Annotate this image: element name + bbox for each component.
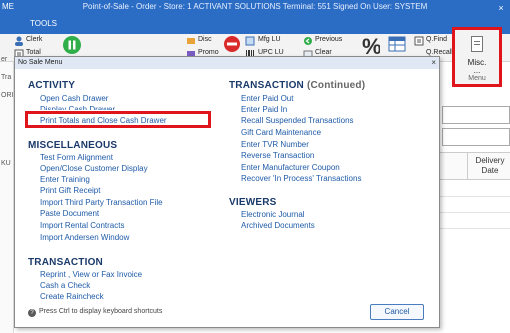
order-grid-header: Delivery Date [440,152,510,180]
keyboard-shortcut-hint: ? Press Ctrl to display keyboard shortcut… [28,308,162,317]
misc-document-icon [471,36,483,52]
recall-suspended-link[interactable]: Recall Suspended Transactions [241,116,354,125]
enter-manufacturer-coupon-link[interactable]: Enter Manufacturer Coupon [241,163,340,172]
grid-divider [467,153,468,180]
table-icon[interactable] [388,36,406,52]
background-field[interactable] [442,128,510,146]
misc-menu-button[interactable]: Misc. ... Menu [452,27,502,87]
create-raincheck-link[interactable]: Create Raincheck [40,292,104,301]
info-icon: ? [28,309,36,317]
viewers-heading: VIEWERS [229,197,277,208]
void-icon[interactable] [223,35,241,53]
transaction-heading: TRANSACTION [28,257,103,268]
discount-icon [187,38,195,44]
mfg-lookup-icon [245,36,255,46]
upc-lu-button[interactable]: UPC LU [258,49,284,56]
cash-a-check-link[interactable]: Cash a Check [40,281,90,290]
ribbon-tabs: TOOLS [0,16,510,34]
grid-row-line [440,228,510,229]
title-bar: ME Point-of-Sale - Order - Store: 1 ACTI… [0,0,510,16]
transaction-continued-heading: TRANSACTION (Continued) [229,80,365,91]
clerk-button[interactable]: Clerk [26,36,42,43]
svg-text:%: % [362,34,380,58]
cancel-button[interactable]: Cancel [370,304,424,320]
electronic-journal-link[interactable]: Electronic Journal [241,210,305,219]
total-button[interactable]: Total [26,49,41,56]
dialog-title: No Sale Menu [15,57,439,69]
archived-documents-link[interactable]: Archived Documents [241,221,315,230]
previous-icon [304,37,312,45]
promo-button[interactable]: Promo [198,49,219,56]
paste-document-link[interactable]: Paste Document [40,209,99,218]
test-form-alignment-link[interactable]: Test Form Alignment [40,153,113,162]
activity-heading: ACTIVITY [28,80,76,91]
delivery-date-header: Delivery Date [475,156,505,175]
transaction-continued-title: TRANSACTION [229,80,304,91]
window-close-button[interactable]: × [492,0,510,16]
mfg-lu-button[interactable]: Mfg LU [258,36,281,43]
left-panel-label: er [1,56,8,63]
gift-card-maintenance-link[interactable]: Gift Card Maintenance [241,128,321,137]
percent-icon[interactable]: % [360,34,380,58]
left-panel: er Tra ORI KU [0,56,14,333]
import-andersen-window-link[interactable]: Import Andersen Window [40,233,129,242]
menu-group-label: Menu [468,75,486,82]
grid-row-line [440,196,510,197]
previous-button[interactable]: Previous [315,36,342,43]
grid-row-line [440,212,510,213]
import-rental-contracts-link[interactable]: Import Rental Contracts [40,221,124,230]
disc-button[interactable]: Disc [198,36,212,43]
clerk-icon [15,36,23,46]
customer-display-link[interactable]: Open/Close Customer Display [40,164,148,173]
window-title: Point-of-Sale - Order - Store: 1 ACTIVAN… [82,2,428,11]
left-panel-label: KU [1,160,11,167]
q-recall-button[interactable]: Q.Recall [426,49,453,56]
quick-find-icon [414,36,424,46]
tab-tools[interactable]: TOOLS [30,19,57,28]
q-find-button[interactable]: Q.Find [426,36,447,43]
reprint-invoice-link[interactable]: Reprint , View or Fax Invoice [40,270,142,279]
miscellaneous-heading: MISCELLANEOUS [28,140,118,151]
open-cash-drawer-link[interactable]: Open Cash Drawer [40,94,108,103]
dialog-close-button[interactable]: × [431,57,436,69]
enter-training-link[interactable]: Enter Training [40,175,90,184]
enter-tvr-number-link[interactable]: Enter TVR Number [241,140,309,149]
recover-in-process-link[interactable]: Recover 'In Process' Transactions [241,174,361,183]
enter-paid-in-link[interactable]: Enter Paid In [241,105,287,114]
left-panel-label: Tra [1,74,12,81]
reverse-transaction-link[interactable]: Reverse Transaction [241,151,314,160]
misc-ellipsis: ... [473,66,481,75]
suspend-icon[interactable] [62,35,82,55]
continued-label: (Continued) [306,80,366,91]
left-panel-label: ORI [1,92,14,99]
highlight-box [25,111,211,128]
clear-button[interactable]: Clear [315,49,332,56]
import-third-party-link[interactable]: Import Third Party Transaction File [40,198,163,207]
enter-paid-out-link[interactable]: Enter Paid Out [241,94,293,103]
hint-text: Press Ctrl to display keyboard shortcuts [39,308,163,315]
background-field[interactable] [442,106,510,124]
print-gift-receipt-link[interactable]: Print Gift Receipt [40,186,100,195]
